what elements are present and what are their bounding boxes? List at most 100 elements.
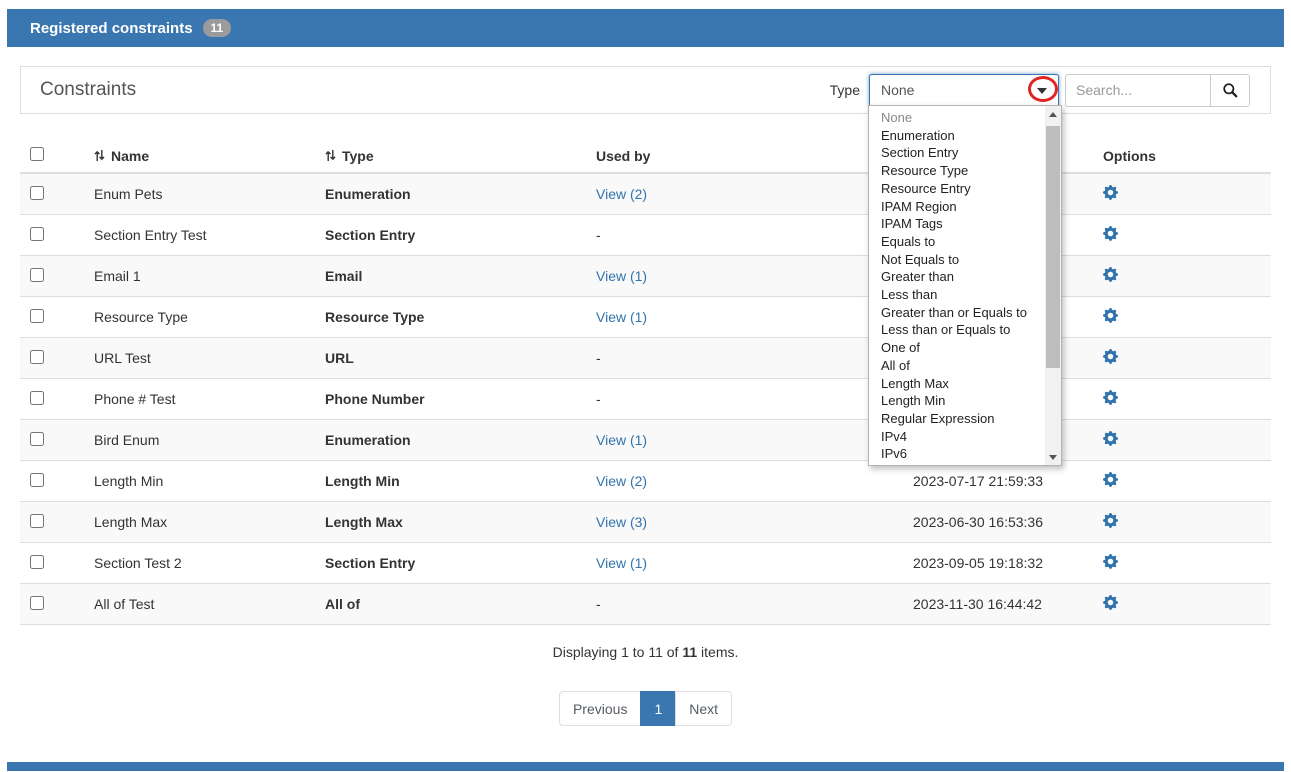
cell-type: Phone Number: [317, 379, 588, 420]
column-header-used-by: Used by: [588, 139, 905, 173]
options-gear-button[interactable]: [1103, 513, 1118, 528]
row-checkbox[interactable]: [30, 309, 44, 323]
type-dropdown-option[interactable]: Resource Type: [881, 162, 1045, 180]
dropdown-scrollbar[interactable]: [1045, 106, 1061, 465]
options-gear-button[interactable]: [1103, 595, 1118, 610]
column-header-name[interactable]: Name: [86, 139, 317, 173]
row-checkbox[interactable]: [30, 432, 44, 446]
type-dropdown-option[interactable]: Resource Entry: [881, 180, 1045, 198]
table-row: Enum PetsEnumerationView (2): [20, 173, 1271, 215]
cell-name: Length Min: [86, 461, 317, 502]
options-gear-button[interactable]: [1103, 390, 1118, 405]
cell-used-by: View (1): [588, 297, 905, 338]
bottom-bar: [7, 762, 1284, 771]
row-checkbox[interactable]: [30, 186, 44, 200]
type-dropdown-option[interactable]: One of: [881, 339, 1045, 357]
row-checkbox[interactable]: [30, 514, 44, 528]
type-dropdown-option[interactable]: Not Equals to: [881, 251, 1045, 269]
type-filter-label: Type: [830, 82, 860, 98]
cell-name: Phone # Test: [86, 379, 317, 420]
type-dropdown-option[interactable]: All of: [881, 357, 1045, 375]
cell-used-by: -: [588, 379, 905, 420]
row-checkbox[interactable]: [30, 391, 44, 405]
type-dropdown-option[interactable]: Length Min: [881, 392, 1045, 410]
select-all-checkbox[interactable]: [30, 147, 44, 161]
gear-icon: [1103, 267, 1118, 282]
cell-used-by: View (1): [588, 420, 905, 461]
cell-options: [1095, 543, 1271, 584]
used-by-link[interactable]: View (1): [596, 268, 647, 284]
cell-name: Bird Enum: [86, 420, 317, 461]
row-checkbox[interactable]: [30, 596, 44, 610]
scrollbar-thumb[interactable]: [1046, 126, 1060, 368]
row-checkbox[interactable]: [30, 268, 44, 282]
type-dropdown: NoneEnumerationSection EntryResource Typ…: [868, 105, 1062, 466]
column-header-options: Options: [1095, 139, 1271, 173]
cell-used-by: -: [588, 338, 905, 379]
used-by-link[interactable]: View (1): [596, 555, 647, 571]
type-dropdown-option[interactable]: Less than: [881, 286, 1045, 304]
cell-name: Section Entry Test: [86, 215, 317, 256]
options-gear-button[interactable]: [1103, 554, 1118, 569]
table-header-row: Name Type: [20, 139, 1271, 173]
constraints-table: Name Type: [20, 139, 1271, 625]
gear-icon: [1103, 308, 1118, 323]
used-by-link[interactable]: View (1): [596, 432, 647, 448]
used-by-link[interactable]: View (1): [596, 309, 647, 325]
column-header-type[interactable]: Type: [317, 139, 588, 173]
search-button[interactable]: [1210, 74, 1250, 107]
options-gear-button[interactable]: [1103, 185, 1118, 200]
table-row: Resource TypeResource TypeView (1): [20, 297, 1271, 338]
cell-options: [1095, 584, 1271, 625]
type-dropdown-option[interactable]: Greater than or Equals to: [881, 304, 1045, 322]
cell-options: [1095, 379, 1271, 420]
table-row: Bird EnumEnumerationView (1): [20, 420, 1271, 461]
options-gear-button[interactable]: [1103, 226, 1118, 241]
summary-suffix: items.: [697, 644, 738, 660]
used-by-link[interactable]: View (3): [596, 514, 647, 530]
used-by-link[interactable]: View (2): [596, 473, 647, 489]
pagination: Previous 1 Next: [0, 691, 1291, 726]
gear-icon: [1103, 390, 1118, 405]
cell-options: [1095, 297, 1271, 338]
pagination-previous-button[interactable]: Previous: [559, 691, 641, 726]
options-gear-button[interactable]: [1103, 431, 1118, 446]
type-dropdown-option[interactable]: Regular Expression: [881, 410, 1045, 428]
type-dropdown-option[interactable]: Greater than: [881, 268, 1045, 286]
pagination-next-button[interactable]: Next: [675, 691, 732, 726]
column-label: Options: [1103, 148, 1156, 164]
row-checkbox[interactable]: [30, 350, 44, 364]
scroll-up-arrow[interactable]: [1045, 106, 1061, 122]
scroll-down-arrow[interactable]: [1045, 449, 1061, 465]
pagination-page-1-button[interactable]: 1: [640, 691, 676, 726]
page-title: Registered constraints: [30, 20, 193, 37]
row-checkbox[interactable]: [30, 473, 44, 487]
options-gear-button[interactable]: [1103, 308, 1118, 323]
options-gear-button[interactable]: [1103, 349, 1118, 364]
type-dropdown-option[interactable]: Less than or Equals to: [881, 321, 1045, 339]
type-dropdown-option[interactable]: IPv6: [881, 445, 1045, 463]
cell-options: [1095, 502, 1271, 543]
type-dropdown-option[interactable]: Enumeration: [881, 127, 1045, 145]
row-checkbox[interactable]: [30, 555, 44, 569]
used-by-value: -: [596, 391, 601, 407]
cell-name: Length Max: [86, 502, 317, 543]
type-dropdown-option[interactable]: Length Max: [881, 375, 1045, 393]
cell-name: Enum Pets: [86, 173, 317, 215]
type-dropdown-option[interactable]: Equals to: [881, 233, 1045, 251]
cell-used-by: View (3): [588, 502, 905, 543]
options-gear-button[interactable]: [1103, 472, 1118, 487]
search-input[interactable]: [1065, 74, 1210, 107]
cell-date: 2023-09-05 19:18:32: [905, 543, 1095, 584]
column-label: Used by: [596, 148, 650, 164]
type-dropdown-option[interactable]: None: [881, 109, 1045, 127]
options-gear-button[interactable]: [1103, 267, 1118, 282]
type-dropdown-option[interactable]: IPAM Region: [881, 198, 1045, 216]
summary-prefix: Displaying 1 to 11 of: [553, 644, 683, 660]
type-dropdown-option[interactable]: IPAM Tags: [881, 215, 1045, 233]
type-dropdown-option[interactable]: IPv4: [881, 428, 1045, 446]
gear-icon: [1103, 226, 1118, 241]
row-checkbox[interactable]: [30, 227, 44, 241]
type-dropdown-option[interactable]: Section Entry: [881, 144, 1045, 162]
used-by-link[interactable]: View (2): [596, 186, 647, 202]
